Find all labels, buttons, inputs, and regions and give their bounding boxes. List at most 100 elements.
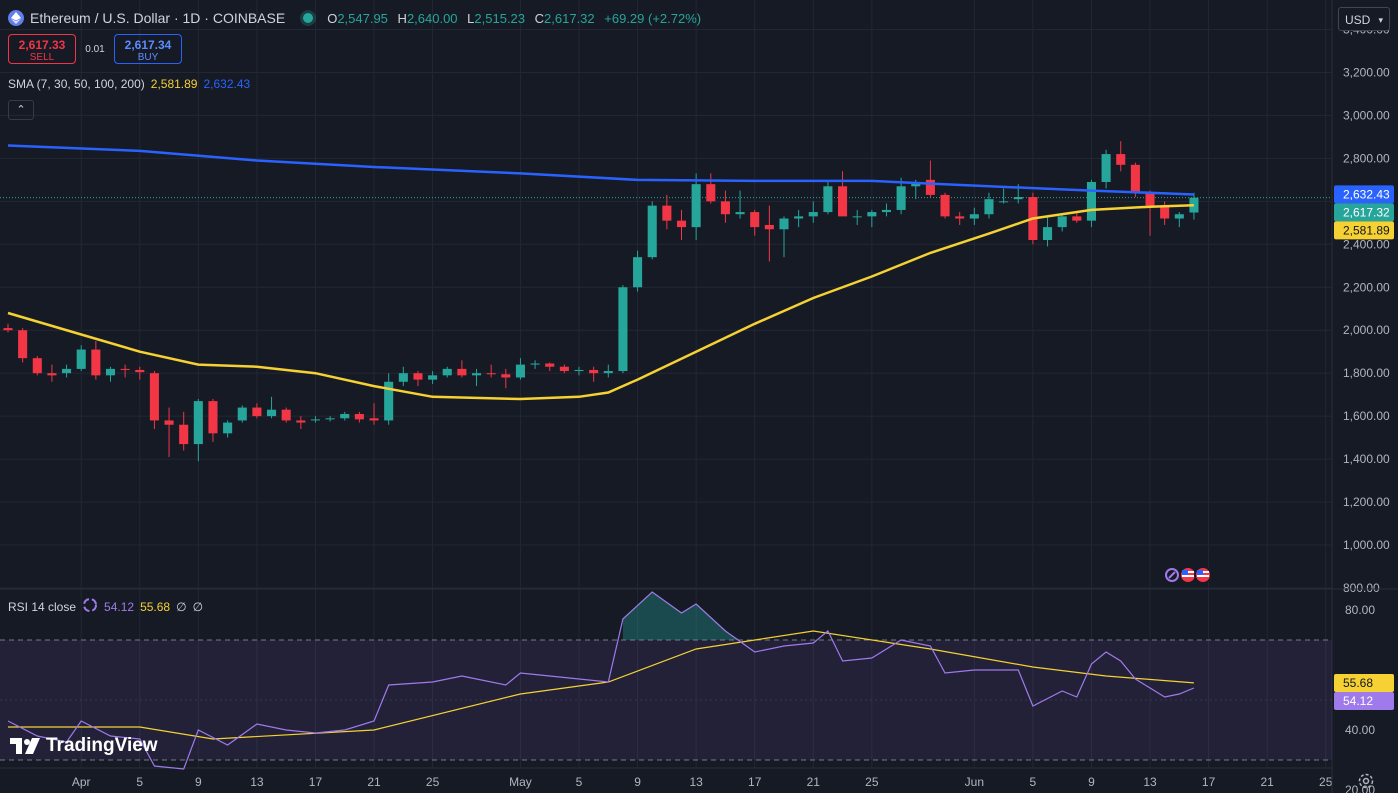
x-tick-label: 5 [1030, 775, 1037, 789]
candle-body [1174, 214, 1184, 219]
candle-body [969, 214, 979, 219]
x-tick-label: Apr [72, 775, 91, 789]
currency-selector[interactable]: USD ▾ [1338, 7, 1390, 31]
candle-body [325, 418, 335, 420]
candle-body [32, 358, 42, 374]
spread-value: 0.01 [85, 43, 105, 55]
sma-legend[interactable]: SMA (7, 30, 50, 100, 200) 2,581.89 2,632.4… [8, 77, 250, 91]
sell-price: 2,617.33 [18, 38, 66, 52]
candle-body [896, 186, 906, 210]
candle-body [76, 349, 86, 369]
candle-body [515, 364, 525, 378]
price-axis-label-text: 2,581.89 [1343, 223, 1390, 237]
sma-long-value: 2,632.43 [203, 77, 251, 91]
candle-body [999, 201, 1009, 203]
y-tick-label: 2,400.00 [1343, 237, 1390, 251]
candle-body [735, 212, 745, 215]
price-axis-label-text: 2,632.43 [1343, 187, 1390, 201]
candle-body [852, 216, 862, 218]
candle-body [193, 401, 203, 445]
chart-canvas[interactable]: 800.00 1,000.00 1,200.00 1,400.00 1,600.00 1,… [0, 0, 1398, 793]
candle-body [764, 224, 774, 230]
candle-body [296, 420, 306, 423]
rsi-y-tick-label: 80.00 [1345, 603, 1375, 617]
sell-label: SELL [29, 52, 55, 63]
candle-body [720, 201, 730, 215]
candle-body [955, 216, 965, 219]
candle-body [618, 287, 628, 372]
x-tick-label: 13 [1143, 775, 1157, 789]
y-tick-label: 1,600.00 [1343, 409, 1390, 423]
chevron-up-icon[interactable]: ⌃ [8, 100, 34, 120]
currency-label: USD [1345, 13, 1371, 27]
x-tick-label: 17 [309, 775, 323, 789]
candle-body [779, 218, 789, 230]
price-axis-label: 2,581.89 [1334, 221, 1394, 240]
x-tick-label: 17 [1202, 775, 1216, 789]
x-tick-label: 21 [807, 775, 821, 789]
candle-body [925, 179, 935, 195]
buy-label: BUY [137, 52, 159, 63]
open-key: O [327, 10, 338, 26]
candle-body [120, 368, 130, 370]
candle-body [501, 374, 511, 378]
rsi-y-tick-label: 40.00 [1345, 723, 1375, 737]
gear-icon[interactable] [1356, 771, 1376, 791]
candle-body [559, 366, 569, 372]
candle-body [457, 368, 467, 376]
high-key: H [397, 10, 407, 26]
events-flags-icon[interactable] [1162, 565, 1216, 585]
candle-body [18, 330, 28, 359]
x-tick-label: 21 [1260, 775, 1274, 789]
candle-body [310, 419, 321, 421]
x-tick-label: 13 [689, 775, 703, 789]
candle-body [1042, 227, 1053, 240]
x-tick-label: 9 [1088, 775, 1095, 789]
x-tick-label: 25 [426, 775, 440, 789]
candle-body [706, 184, 716, 202]
candle-body [1072, 216, 1082, 221]
candle-body [47, 373, 57, 376]
price-axis-label: 2,632.43 [1334, 185, 1394, 204]
rsi-settings-icon[interactable] [82, 597, 98, 616]
rsi-axis-label: 55.68 [1334, 673, 1394, 692]
candle-body [545, 363, 555, 367]
candle-body [691, 184, 701, 228]
candle-body [940, 194, 950, 217]
x-tick-label: 5 [576, 775, 583, 789]
buy-price: 2,617.34 [124, 38, 172, 52]
candle-body [1013, 197, 1023, 200]
candle-body [428, 375, 438, 380]
rsi-axis-label: 54.12 [1334, 691, 1394, 710]
candle-body [984, 199, 994, 215]
price-axis-label: 2,617.32 [1334, 203, 1394, 222]
rsi-band-upper-value: ∅ [176, 599, 187, 614]
rsi-legend[interactable]: RSI 14 close 54.12 55.68 ∅ ∅ [8, 597, 203, 616]
candle-body [574, 369, 584, 372]
y-tick-label: 1,000.00 [1343, 538, 1390, 552]
candle-body [354, 414, 364, 420]
sell-button[interactable]: 2,617.33 SELL [8, 34, 76, 64]
buy-button[interactable]: 2,617.34 BUY [114, 34, 182, 64]
price-axis-label-text: 2,617.32 [1343, 205, 1390, 219]
y-tick-label: 3,000.00 [1343, 108, 1390, 122]
y-tick-label: 800.00 [1343, 581, 1380, 595]
candle-body [676, 220, 687, 228]
x-tick-label: 25 [1319, 775, 1333, 789]
market-open-icon [303, 13, 314, 23]
sma-short-value: 2,581.89 [150, 77, 198, 91]
x-tick-label: 17 [748, 775, 762, 789]
ohlc-values: O2,547.95 H2,640.00 L2,515.23 C2,617.32 … [327, 11, 707, 26]
sma-label: SMA (7, 30, 50, 100, 200) [8, 77, 145, 91]
tradingview-wordmark: TradingView [46, 735, 158, 756]
candle-body [91, 349, 101, 376]
candle-body [603, 371, 613, 374]
candle-body [823, 186, 833, 213]
x-tick-label: 13 [250, 775, 264, 789]
candle-body [867, 212, 877, 217]
candle-body [179, 424, 189, 445]
sma-long-line [7, 144, 1194, 196]
candle-body [1116, 154, 1126, 165]
symbol-title[interactable]: Ethereum / U.S. Dollar · 1D · COINBASE [30, 10, 285, 26]
rsi-axis-label-text: 55.68 [1343, 676, 1373, 690]
